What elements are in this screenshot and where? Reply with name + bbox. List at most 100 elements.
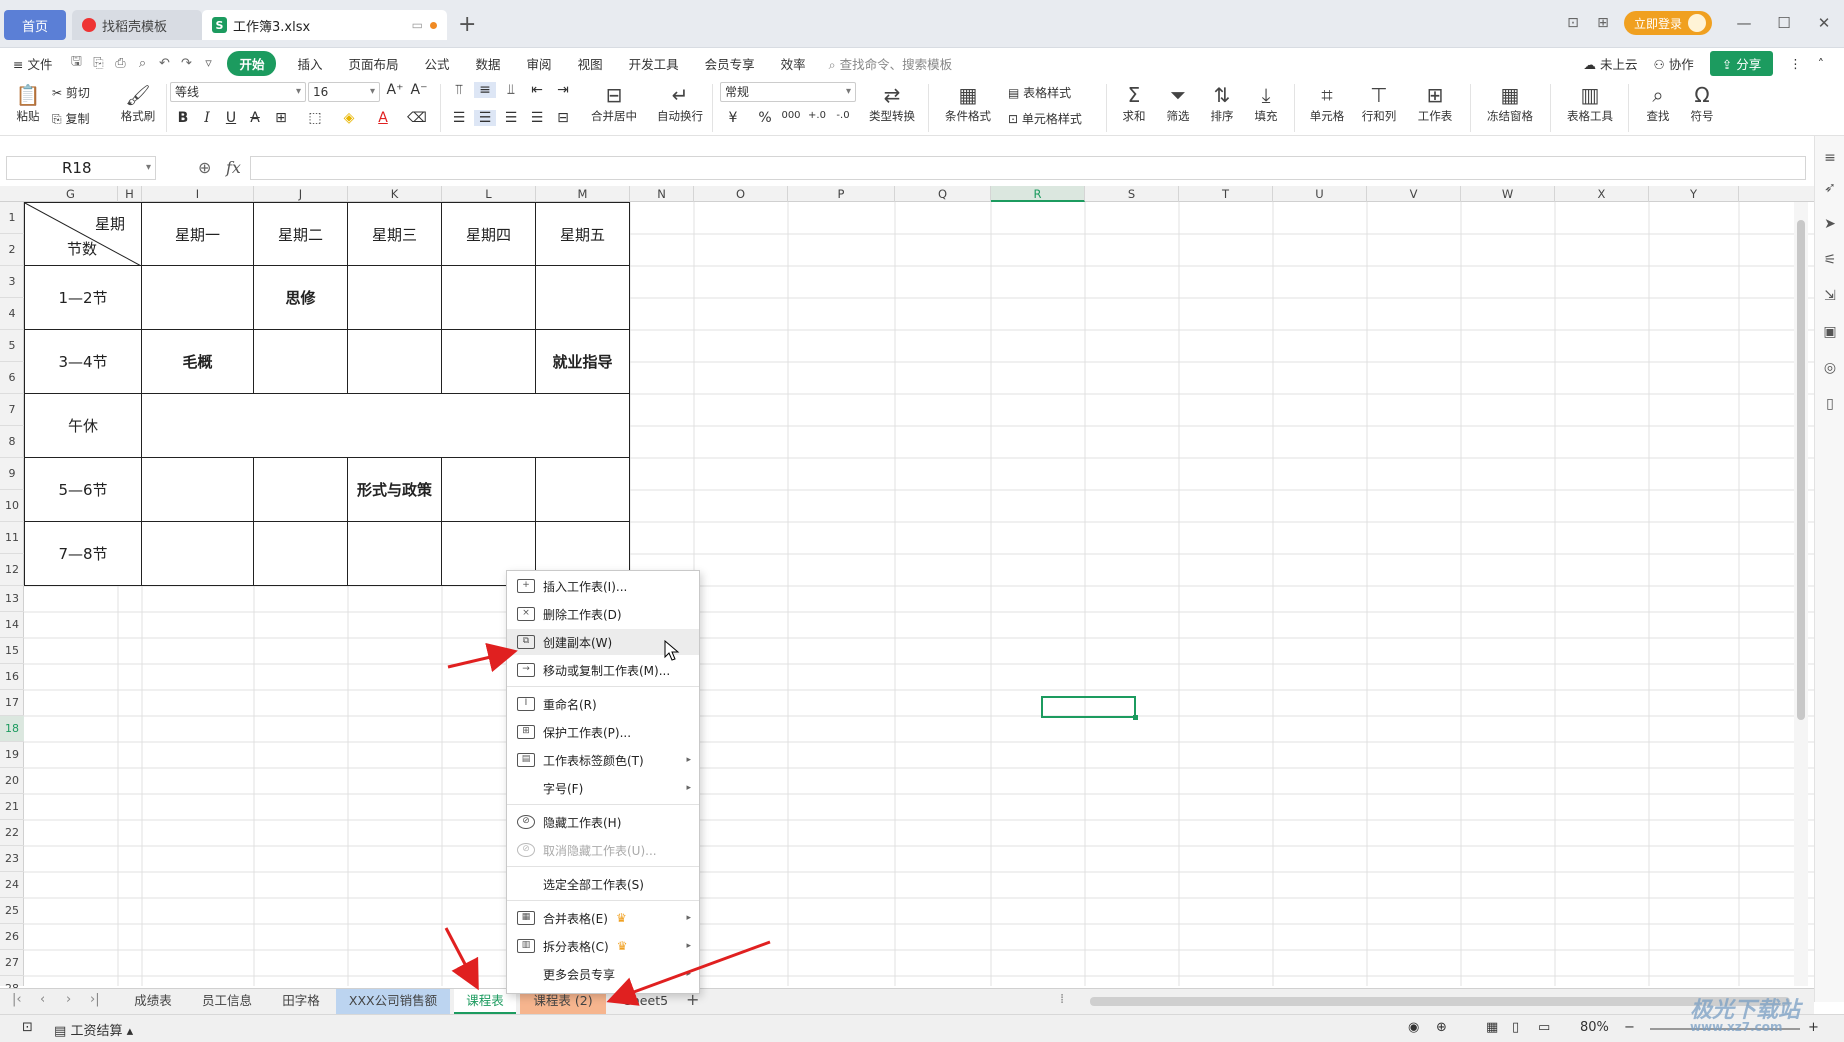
number-format-select[interactable]: 常规 <box>720 82 856 102</box>
timetable-corner-cell[interactable]: 星期 节数 <box>24 202 143 267</box>
menu-protect-sheet[interactable]: ⊞ 保护工作表(P)... <box>507 719 699 745</box>
decrease-decimal-button[interactable]: -.0 <box>832 110 854 121</box>
row-header-1[interactable]: 1 <box>0 202 24 234</box>
row-header-8[interactable]: 8 <box>0 426 24 458</box>
undo-icon[interactable]: ↶ <box>153 56 175 71</box>
decrease-font-icon[interactable]: A⁻ <box>408 82 430 98</box>
location-icon[interactable]: ◎ <box>1821 360 1839 378</box>
monitor-icon[interactable]: ▭ <box>412 18 423 32</box>
column-header-g[interactable]: G <box>24 186 118 202</box>
page-break-view-icon[interactable]: ▭ <box>1538 1020 1550 1035</box>
menu-tab-color[interactable]: ▤ 工作表标签颜色(T) ▸ <box>507 747 699 773</box>
menu-rename[interactable]: I 重命名(R) <box>507 691 699 717</box>
menu-data[interactable]: 数据 <box>463 54 514 73</box>
row-header-14[interactable]: 14 <box>0 612 24 638</box>
first-sheet-icon[interactable]: |‹ <box>12 992 22 1007</box>
row-header-20[interactable]: 20 <box>0 768 24 794</box>
quick-access-dropdown-icon[interactable]: ▿ <box>197 56 219 71</box>
menu-delete-sheet[interactable]: × 删除工作表(D) <box>507 601 699 627</box>
menu-select-all-sheets[interactable]: 选定全部工作表(S) <box>507 871 699 897</box>
tab-template[interactable]: 找稻壳模板 <box>72 10 202 40</box>
row-header-26[interactable]: 26 <box>0 924 24 950</box>
menu-font-size[interactable]: 字号(F) ▸ <box>507 775 699 801</box>
column-header-r[interactable]: R <box>991 186 1085 202</box>
row-header-12[interactable]: 12 <box>0 554 24 586</box>
print-icon[interactable]: ⎙ <box>109 56 131 71</box>
cell-style-icon[interactable]: ⬚ <box>304 110 326 126</box>
minimize-button[interactable]: — <box>1724 14 1764 32</box>
insert-function-button[interactable]: fx <box>226 158 241 177</box>
period-label[interactable]: 1—2节 <box>24 266 142 330</box>
copy-button[interactable]: ⎘ 复制 <box>52 110 89 127</box>
row-header-9[interactable]: 9 <box>0 458 24 490</box>
menu-developer[interactable]: 开发工具 <box>616 54 692 73</box>
macro-button[interactable]: ▤ 工资结算 ▴ <box>54 1020 133 1039</box>
more-options-icon[interactable]: ⋮ <box>1789 56 1802 71</box>
cell-button[interactable]: ⌗ 单元格 <box>1304 82 1350 124</box>
tab-workbook[interactable]: S 工作簿3.xlsx ▭ <box>202 10 447 40</box>
paste-button[interactable]: 📋 粘贴 <box>10 82 46 124</box>
prev-sheet-icon[interactable]: ‹ <box>40 992 45 1007</box>
menu-page-layout[interactable]: 页面布局 <box>336 54 412 73</box>
row-header-21[interactable]: 21 <box>0 794 24 820</box>
column-header-o[interactable]: O <box>694 186 788 202</box>
last-sheet-icon[interactable]: ›| <box>90 992 100 1007</box>
row-header-7[interactable]: 7 <box>0 394 24 426</box>
table-tools-button[interactable]: ▥ 表格工具 <box>1560 82 1620 124</box>
zoom-in-button[interactable]: + <box>1808 1020 1819 1035</box>
row-header-18[interactable]: 18 <box>0 716 24 742</box>
menu-formula[interactable]: 公式 <box>412 54 463 73</box>
horizontal-scrollbar[interactable] <box>1090 997 1790 1006</box>
row-header-2[interactable]: 2 <box>0 234 24 266</box>
transform-icon[interactable]: ⇲ <box>1821 288 1839 306</box>
course-cell[interactable] <box>348 330 442 394</box>
course-cell[interactable]: 思修 <box>254 266 348 330</box>
split-handle-icon[interactable]: ⁞ <box>1060 992 1064 1007</box>
course-cell[interactable] <box>348 266 442 330</box>
pointer-icon[interactable]: ➤ <box>1821 216 1839 234</box>
align-top-icon[interactable]: ⫪ <box>448 82 470 98</box>
increase-decimal-button[interactable]: +.0 <box>806 110 828 121</box>
course-cell[interactable] <box>254 458 348 522</box>
rocket-icon[interactable]: ➶ <box>1821 180 1839 198</box>
sort-button[interactable]: ⇅ 排序 <box>1204 82 1240 124</box>
new-tab-button[interactable]: + <box>458 12 476 37</box>
row-header-6[interactable]: 6 <box>0 362 24 394</box>
next-sheet-icon[interactable]: › <box>66 992 71 1007</box>
collab-button[interactable]: ⚇ 协作 <box>1654 54 1694 73</box>
conditional-format-button[interactable]: ▦ 条件格式 <box>940 82 996 124</box>
vertical-scrollbar[interactable] <box>1794 202 1808 986</box>
book-icon[interactable]: ▯ <box>1821 396 1839 414</box>
row-header-25[interactable]: 25 <box>0 898 24 924</box>
sliders-icon[interactable]: ⚟ <box>1821 252 1839 270</box>
wrap-text-button[interactable]: ↵ 自动换行 <box>652 82 708 124</box>
fill-color-icon[interactable]: ◈ <box>338 110 360 126</box>
maximize-button[interactable]: ☐ <box>1764 14 1804 32</box>
row-header-23[interactable]: 23 <box>0 846 24 872</box>
bold-button[interactable]: B <box>172 110 194 126</box>
row-header-27[interactable]: 27 <box>0 950 24 976</box>
day-header[interactable]: 星期四 <box>442 202 536 266</box>
course-cell[interactable] <box>348 522 442 586</box>
close-button[interactable]: ✕ <box>1804 14 1844 32</box>
row-header-19[interactable]: 19 <box>0 742 24 768</box>
formula-input[interactable] <box>250 156 1806 180</box>
indent-icon[interactable]: ⇥ <box>552 82 574 98</box>
vertical-scroll-thumb[interactable] <box>1797 220 1805 720</box>
active-cell-r18[interactable] <box>1041 696 1138 720</box>
column-header-v[interactable]: V <box>1367 186 1461 202</box>
apps-grid-icon[interactable]: ⊞ <box>1588 15 1618 31</box>
column-header-p[interactable]: P <box>788 186 895 202</box>
day-header[interactable]: 星期一 <box>142 202 254 266</box>
find-button[interactable]: ⌕ 查找 <box>1638 82 1678 124</box>
period-label[interactable]: 3—4节 <box>24 330 142 394</box>
command-search[interactable]: ⌕ 查找命令、搜索模板 <box>829 54 953 73</box>
row-header-24[interactable]: 24 <box>0 872 24 898</box>
align-right-icon[interactable]: ☰ <box>500 110 522 126</box>
menu-more-member[interactable]: 更多会员专享 ▸ <box>507 961 699 987</box>
course-cell[interactable]: 毛概 <box>142 330 254 394</box>
distributed-icon[interactable]: ⊟ <box>552 110 574 126</box>
menu-review[interactable]: 审阅 <box>514 54 565 73</box>
course-cell[interactable] <box>254 330 348 394</box>
menu-member[interactable]: 会员专享 <box>692 54 768 73</box>
